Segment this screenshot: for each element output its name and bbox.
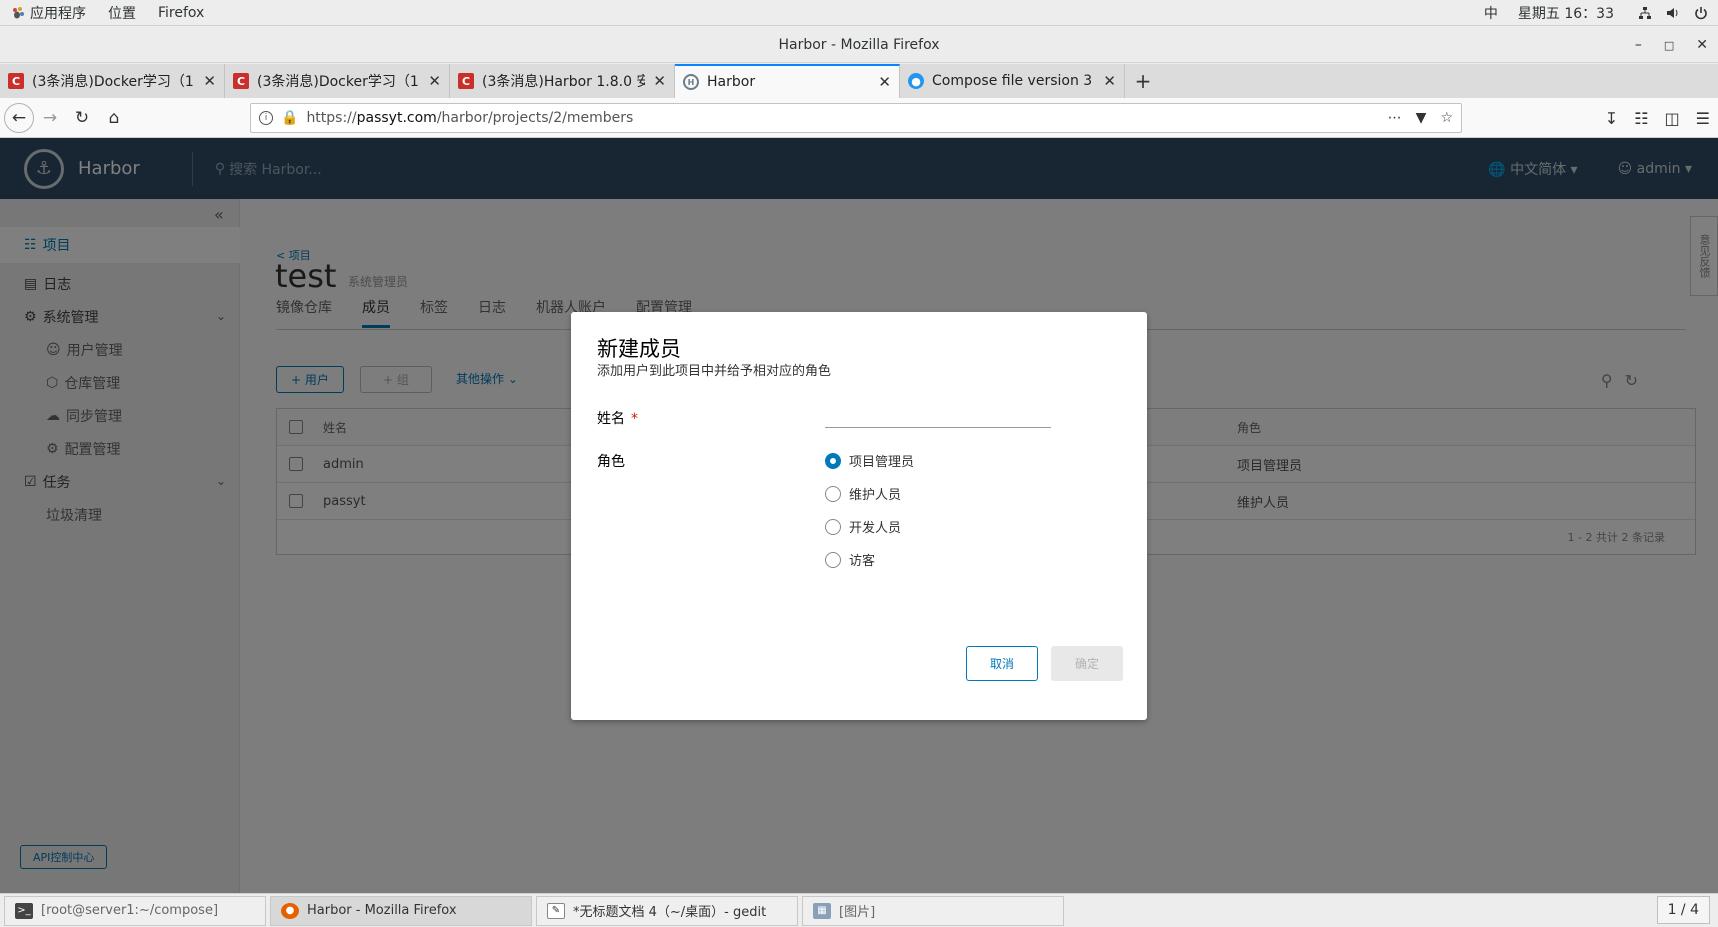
taskbar-label: [root@server1:~/compose] [41,903,219,918]
back-button[interactable]: ← [4,102,34,133]
home-icon[interactable]: ⌂ [98,102,130,134]
tab-title: (3条消息)Harbor 1.8.0 安 [482,74,646,90]
forward-button[interactable]: → [34,102,66,134]
role-radio-guest[interactable]: 访客 [825,550,875,569]
browser-tab-active[interactable]: H Harbor ✕ [675,64,900,98]
insecure-lock-icon[interactable]: 🔒 [281,110,298,126]
browser-tab[interactable]: C (3条消息)Docker学习（1 ✕ [225,64,450,98]
url-bar[interactable]: i 🔒 https://passyt.com/harbor/projects/2… [250,103,1462,133]
url-text[interactable]: https://passyt.com/harbor/projects/2/mem… [306,110,633,126]
pocket-icon[interactable]: ▼ [1416,110,1427,126]
gnome-top-bar: 应用程序 位置 Firefox 中 星期五 16：33 [0,0,1718,26]
tab-title: Harbor [707,74,756,90]
radio-icon [825,518,841,535]
close-tab-icon[interactable]: ✕ [428,72,441,90]
new-member-dialog: 新建成员 添加用户到此项目中并给予相对应的角色 姓名 * 角色 项目管理员 维护人… [571,312,1147,720]
close-tab-icon[interactable]: ✕ [203,72,216,90]
docker-favicon-icon: ● [908,73,924,89]
browser-tab[interactable]: C (3条消息)Docker学习（1 ✕ [0,64,225,98]
dialog-title: 新建成员 [597,337,681,361]
radio-selected-icon [825,452,841,469]
taskbar-label: Harbor - Mozilla Firefox [307,903,457,918]
radio-label: 访客 [849,554,876,569]
radio-label: 项目管理员 [849,455,915,470]
new-tab-button[interactable]: + [1125,64,1161,98]
bookmark-star-icon[interactable]: ☆ [1440,110,1453,126]
harbor-app: ⚓ Harbor ⚲ 搜索 Harbor... 🌐 中文简体 ▾ ☺ admin… [0,138,1718,893]
workspace-switcher[interactable]: 1 / 4 [1656,896,1710,924]
applications-label: 应用程序 [30,5,86,22]
terminal-icon: >_ [15,902,33,919]
harbor-favicon-icon: H [683,74,699,90]
taskbar-item-terminal[interactable]: >_ [root@server1:~/compose] [4,895,266,926]
radio-icon [825,551,841,568]
confirm-button[interactable]: 确定 [1051,646,1123,681]
page-actions-icon[interactable]: ⋯ [1388,110,1402,126]
radio-label: 维护人员 [849,488,902,503]
taskbar-label: [图片] [839,905,876,920]
close-tab-icon[interactable]: ✕ [1103,72,1116,90]
taskbar-item-image-viewer[interactable]: ▦ [图片] [802,895,1064,926]
sidebar-toggle-icon[interactable]: ◫ [1665,109,1680,128]
maximize-icon[interactable]: □ [1664,39,1674,52]
network-icon[interactable] [1638,6,1652,20]
role-radio-developer[interactable]: 开发人员 [825,517,901,536]
taskbar-label: *无标题文档 4（~/桌面）- gedit [573,905,767,920]
taskbar-item-gedit[interactable]: ✎ *无标题文档 4（~/桌面）- gedit [536,895,798,926]
role-radio-maintainer[interactable]: 维护人员 [825,484,901,503]
applications-menu[interactable]: 应用程序 [0,3,97,23]
firefox-icon: ● [281,902,299,919]
browser-tab[interactable]: ● Compose file version 3 re ✕ [900,64,1125,98]
close-tab-icon[interactable]: ✕ [878,73,891,91]
downloads-icon[interactable]: ↧ [1605,109,1618,128]
browser-tab[interactable]: C (3条消息)Harbor 1.8.0 安 ✕ [450,64,675,98]
minimize-icon[interactable]: – [1635,37,1642,53]
radio-label: 开发人员 [849,521,902,536]
dialog-subtitle: 添加用户到此项目中并给予相对应的角色 [597,364,832,379]
places-menu[interactable]: 位置 [97,3,147,23]
reload-icon[interactable]: ↻ [66,102,98,134]
role-radio-project-admin[interactable]: 项目管理员 [825,451,914,470]
close-window-icon[interactable]: ✕ [1696,37,1708,53]
name-label: 姓名 * [597,411,638,427]
csdn-favicon-icon: C [233,73,249,89]
gnome-taskbar: >_ [root@server1:~/compose] ● Harbor - M… [0,893,1718,927]
volume-icon[interactable] [1666,6,1680,20]
site-info-icon[interactable]: i [259,111,273,125]
csdn-favicon-icon: C [458,73,474,89]
gnome-foot-icon [11,6,25,20]
taskbar-item-firefox[interactable]: ● Harbor - Mozilla Firefox [270,895,532,926]
role-label: 角色 [597,454,625,470]
power-icon[interactable] [1694,6,1708,20]
radio-icon [825,485,841,502]
member-name-input[interactable] [825,402,1051,428]
close-tab-icon[interactable]: ✕ [653,72,666,90]
library-icon[interactable]: ☷ [1634,109,1648,128]
gedit-icon: ✎ [547,902,565,919]
cancel-button[interactable]: 取消 [966,646,1038,681]
window-titlebar: Harbor - Mozilla Firefox – □ ✕ [0,27,1718,63]
required-mark: * [631,411,638,427]
tab-title: Compose file version 3 re [932,73,1096,89]
firefox-app-menu[interactable]: Firefox [147,5,215,21]
browser-tabstrip: C (3条消息)Docker学习（1 ✕ C (3条消息)Docker学习（1 … [0,64,1718,98]
window-title: Harbor - Mozilla Firefox [778,36,940,53]
navigation-toolbar: ← → ↻ ⌂ i 🔒 https://passyt.com/harbor/pr… [0,98,1718,138]
clock[interactable]: 星期五 16：33 [1518,3,1614,23]
csdn-favicon-icon: C [8,73,24,89]
hamburger-menu-icon[interactable]: ☰ [1696,109,1710,128]
image-viewer-icon: ▦ [813,902,831,919]
tab-title: (3条消息)Docker学习（1 [32,74,194,90]
input-method-indicator[interactable]: 中 [1484,3,1498,23]
tab-title: (3条消息)Docker学习（1 [257,74,419,90]
